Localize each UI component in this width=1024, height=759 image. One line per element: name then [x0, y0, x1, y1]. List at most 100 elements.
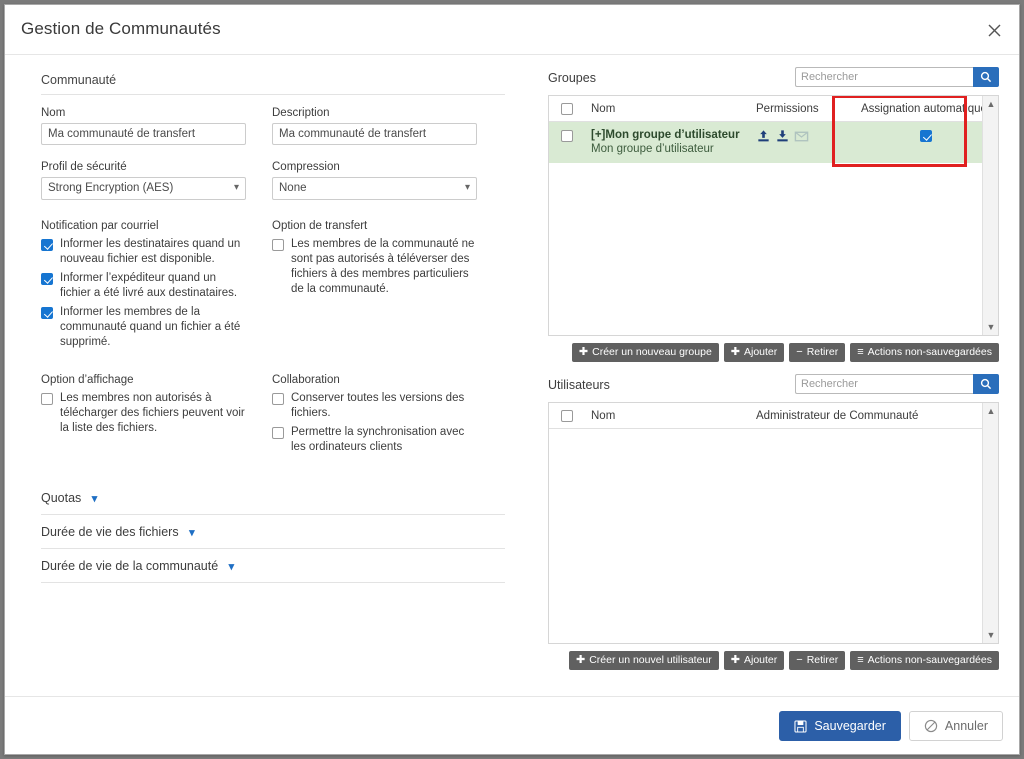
groups-button-bar: ✚ Créer un nouveau groupe ✚ Ajouter − Re…	[548, 343, 999, 362]
display-collaboration-row: Option d’affichage Les membres non autor…	[41, 374, 505, 459]
groups-table-header: Nom Permissions Assignation automatique	[549, 96, 998, 122]
name-input[interactable]	[41, 123, 246, 145]
plus-icon: ✚	[578, 346, 589, 358]
close-icon[interactable]	[979, 15, 1009, 45]
button-label: Actions non-sauvegardées	[867, 346, 992, 359]
compression-label: Compression	[272, 161, 340, 173]
description-field-group: Description	[272, 107, 477, 145]
description-label: Description	[272, 107, 330, 119]
chevron-down-icon: ▾	[91, 493, 98, 505]
compression-select[interactable]: None ▾	[272, 177, 477, 200]
footer-button-group: Sauvegarder Annuler	[779, 711, 1003, 741]
accordion-file-lifetime[interactable]: Durée de vie des fichiers ▾	[41, 515, 505, 549]
remove-group-button[interactable]: − Retirer	[789, 343, 846, 362]
groups-col-name: Nom	[591, 102, 616, 115]
group-row-name-cell: [+]Mon groupe d’utilisateur Mon groupe d…	[591, 128, 756, 157]
compression-value: None	[279, 182, 307, 194]
groups-scrollbar[interactable]: ▲ ▼	[982, 96, 998, 335]
users-search-button[interactable]	[973, 374, 999, 394]
users-search	[795, 374, 999, 394]
button-label: Créer un nouveau groupe	[592, 346, 712, 359]
allow-client-sync-checkbox[interactable]	[272, 427, 284, 439]
accordion-community-lifetime[interactable]: Durée de vie de la communauté ▾	[41, 549, 505, 583]
download-icon[interactable]	[775, 129, 790, 144]
accordion-label: Durée de vie de la communauté	[41, 559, 219, 573]
add-group-button[interactable]: ✚ Ajouter	[723, 343, 785, 362]
security-profile-select[interactable]: Strong Encryption (AES) ▾	[41, 177, 246, 200]
email-notification-group: Notification par courriel Informer les d…	[41, 220, 246, 354]
email-notification-label: Notification par courriel	[41, 220, 159, 232]
cancel-button-label: Annuler	[944, 719, 988, 733]
transfer-restrict-checkbox[interactable]	[272, 239, 284, 251]
mail-icon-disabled	[794, 131, 809, 142]
dialog-body: Communauté Nom Description Profil de séc…	[5, 55, 1019, 696]
collaboration-label: Collaboration	[272, 374, 340, 386]
checkbox-row[interactable]: Les membres non autorisés à télécharger …	[41, 391, 246, 436]
accordion-label: Durée de vie des fichiers	[41, 525, 179, 539]
checkbox-row[interactable]: Informer les membres de la communauté qu…	[41, 305, 246, 350]
button-label: Retirer	[806, 346, 839, 359]
table-row[interactable]: [+]Mon groupe d’utilisateur Mon groupe d…	[549, 122, 998, 163]
dialog-titlebar: Gestion de Communautés	[5, 5, 1019, 55]
users-search-input[interactable]	[795, 374, 973, 394]
checkbox-label: Les membres non autorisés à télécharger …	[60, 392, 245, 434]
users-table: Nom Administrateur de Communauté ▲ ▼	[548, 402, 999, 644]
checkbox-row[interactable]: Informer les destinataires quand un nouv…	[41, 237, 246, 267]
name-field-group: Nom	[41, 107, 246, 145]
button-label: Ajouter	[744, 346, 778, 359]
search-icon	[980, 378, 992, 390]
create-new-group-button[interactable]: ✚ Créer un nouveau groupe	[571, 343, 719, 362]
name-description-row: Nom Description	[41, 107, 505, 145]
remove-user-button[interactable]: − Retirer	[789, 651, 846, 670]
users-scrollbar[interactable]: ▲ ▼	[982, 403, 998, 643]
display-file-list-checkbox[interactable]	[41, 393, 53, 405]
create-new-user-button[interactable]: ✚ Créer un nouvel utilisateur	[568, 651, 719, 670]
checkbox-label: Informer l’expéditeur quand un fichier a…	[60, 272, 238, 299]
save-button-label: Sauvegarder	[814, 719, 886, 733]
group-auto-assign-checkbox[interactable]	[920, 130, 932, 142]
accordion-quotas[interactable]: Quotas ▾	[41, 481, 505, 515]
groups-unsaved-actions-button[interactable]: ≡ Actions non-sauvegardées	[850, 343, 999, 362]
groups-select-all-checkbox[interactable]	[561, 102, 573, 115]
transfer-option-label: Option de transfert	[272, 220, 368, 232]
page-title: Gestion de Communautés	[21, 19, 221, 38]
group-row-checkbox[interactable]	[561, 130, 573, 142]
scroll-down-icon[interactable]: ▼	[983, 319, 998, 335]
group-permissions-cell	[756, 128, 861, 144]
button-label: Retirer	[806, 654, 839, 667]
checkbox-row[interactable]: Conserver toutes les versions des fichie…	[272, 391, 477, 421]
scroll-down-icon[interactable]: ▼	[983, 627, 998, 643]
security-profile-label: Profil de sécurité	[41, 161, 127, 173]
email-notify-deleted-checkbox[interactable]	[41, 307, 53, 319]
add-user-button[interactable]: ✚ Ajouter	[723, 651, 785, 670]
close-glyph	[988, 24, 1000, 36]
checkbox-label: Informer les destinataires quand un nouv…	[60, 238, 241, 265]
checkbox-row[interactable]: Informer l’expéditeur quand un fichier a…	[41, 271, 246, 301]
email-notify-sender-checkbox[interactable]	[41, 273, 53, 285]
groups-search-button[interactable]	[973, 67, 999, 87]
users-unsaved-actions-button[interactable]: ≡ Actions non-sauvegardées	[850, 651, 999, 670]
upload-icon[interactable]	[756, 129, 771, 144]
group-row-select-cell	[561, 128, 591, 142]
community-settings-pane: Communauté Nom Description Profil de séc…	[5, 55, 525, 696]
save-button[interactable]: Sauvegarder	[779, 711, 901, 741]
email-notify-recipients-checkbox[interactable]	[41, 239, 53, 251]
checkbox-row[interactable]: Les membres de la communauté ne sont pas…	[272, 237, 477, 297]
checkbox-row[interactable]: Permettre la synchronisation avec les or…	[272, 425, 477, 455]
scroll-up-icon[interactable]: ▲	[983, 403, 998, 419]
transfer-option-group: Option de transfert Les membres de la co…	[272, 220, 477, 354]
groups-search-input[interactable]	[795, 67, 973, 87]
checkbox-label: Informer les membres de la communauté qu…	[60, 306, 241, 348]
scroll-up-icon[interactable]: ▲	[983, 96, 998, 112]
chevron-down-icon: ▾	[464, 182, 470, 193]
groups-col-permissions: Permissions	[756, 102, 819, 115]
compression-group: Compression None ▾	[272, 161, 477, 200]
description-input[interactable]	[272, 123, 477, 145]
keep-file-versions-checkbox[interactable]	[272, 393, 284, 405]
users-select-all-checkbox[interactable]	[561, 409, 573, 422]
users-table-header: Nom Administrateur de Communauté	[549, 403, 998, 429]
group-name: [+]Mon groupe d’utilisateur	[591, 129, 740, 141]
display-option-group: Option d’affichage Les membres non autor…	[41, 374, 246, 459]
cancel-button[interactable]: Annuler	[908, 711, 1003, 741]
security-profile-group: Profil de sécurité Strong Encryption (AE…	[41, 161, 246, 200]
